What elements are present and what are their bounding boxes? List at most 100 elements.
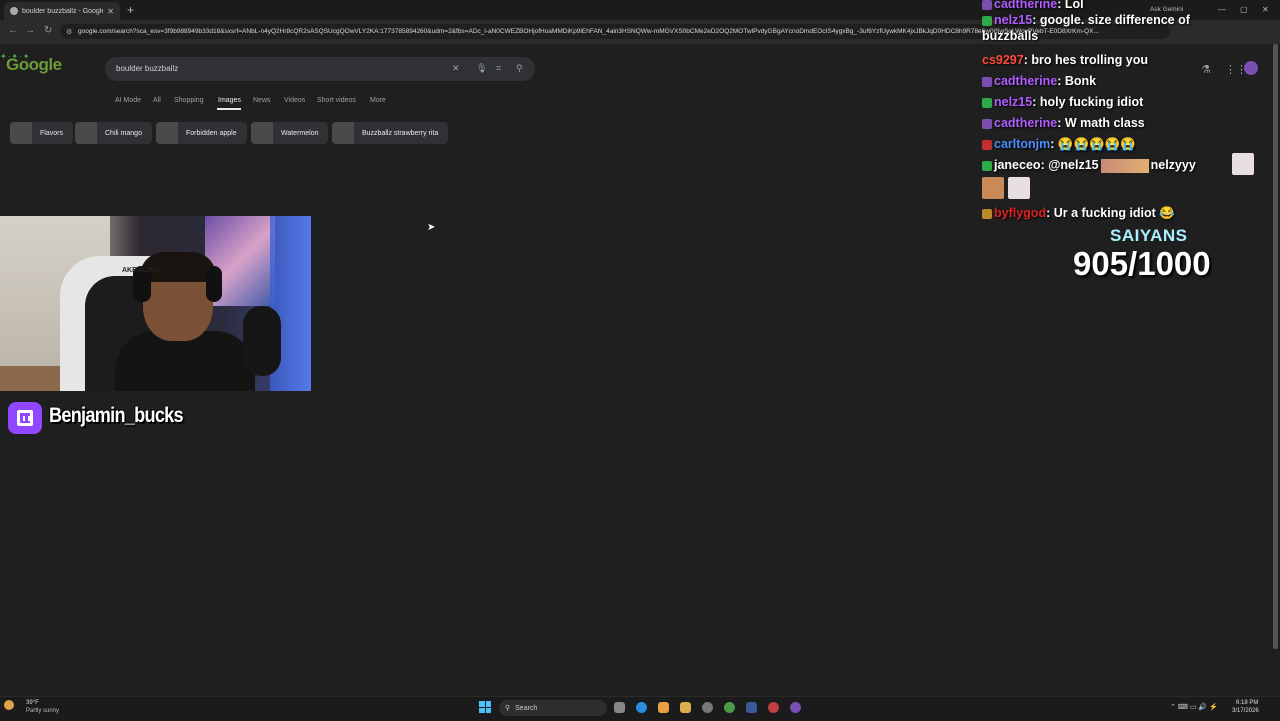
chat-username[interactable]: nelz15 (994, 95, 1032, 109)
google-favicon-icon (10, 7, 18, 15)
google-logo[interactable]: Google (6, 55, 62, 75)
new-tab-button[interactable]: + (127, 3, 134, 17)
chip-forbidden-apple[interactable]: Forbidden apple (156, 122, 247, 144)
chat-badge-icon (982, 160, 992, 171)
chair-brand-label: AKRACING (122, 267, 160, 274)
tab-images[interactable]: Images (218, 97, 241, 104)
folder-icon[interactable] (680, 702, 691, 713)
chat-message: nelz15: google. size difference of buzzb… (982, 13, 1190, 43)
clock-date: 3/17/2026 (1232, 708, 1259, 714)
search-icon[interactable]: ⚲ (516, 63, 523, 74)
chat-text: W math class (1064, 116, 1145, 130)
weather-icon[interactable] (4, 700, 14, 710)
chat-message: janeceo: @nelz15 nelzyyy (982, 155, 1242, 175)
chat-text: 😭😭😭😭😭 (1057, 137, 1136, 151)
chip-label: Watermelon (281, 129, 319, 137)
system-tray[interactable]: ⌃ ⌨ ▭ 🔊 ⚡ (1170, 703, 1218, 711)
chat-username[interactable]: cadtherine (994, 0, 1057, 11)
chip-thumbnail (251, 122, 273, 144)
tab-close-icon[interactable]: ✕ (107, 7, 114, 16)
tab-videos[interactable]: Videos (284, 97, 305, 104)
tab-shopping[interactable]: Shopping (174, 97, 204, 104)
tab-ai-mode[interactable]: AI Mode (115, 97, 141, 104)
chat-username[interactable]: carltonjm (994, 137, 1050, 151)
chip-chili-mango[interactable]: Chili mango (75, 122, 152, 144)
chip-thumbnail (10, 122, 32, 144)
chat-badge-icon (982, 0, 992, 10)
task-view-icon[interactable] (614, 702, 625, 713)
active-tab-indicator (217, 108, 241, 110)
goal-title: SAIYANS (1110, 226, 1188, 245)
chat-text: Bonk (1064, 74, 1097, 88)
chat-message: cs9297: bro hes trolling you (982, 53, 1149, 67)
chip-label: Chili mango (105, 129, 142, 137)
goal-counter: 905/1000 (1073, 245, 1211, 282)
taskbar-search-label: Search (515, 704, 538, 712)
weather-temp: 39°F (26, 700, 39, 706)
clear-icon[interactable]: ✕ (452, 63, 460, 74)
chat-text-extra: nelzyyy (1150, 158, 1196, 172)
chrome-icon[interactable] (724, 702, 735, 713)
chat-message: byflygod: Ur a fucking idiot 😂 (982, 203, 1242, 223)
chat-text: bro hes trolling you (1031, 53, 1149, 67)
chip-thumbnail (156, 122, 178, 144)
close-window-icon[interactable]: ✕ (1262, 5, 1269, 14)
site-info-icon[interactable]: ⚙ (66, 28, 72, 36)
chat-message: cadtherine: W math class (982, 113, 1242, 133)
reload-button[interactable]: ↻ (44, 25, 52, 36)
chat-username[interactable]: byflygod (994, 206, 1046, 220)
windows-start-icon[interactable] (479, 701, 491, 713)
emote-icon (1008, 177, 1030, 199)
edge-icon[interactable] (636, 702, 647, 713)
chip-watermelon[interactable]: Watermelon (251, 122, 329, 144)
url-text: google.com/search?sca_esv=3f9b988949b33d… (78, 28, 1099, 35)
microphone-icon[interactable]: 🎙 (476, 63, 487, 74)
headset-earcup (206, 266, 222, 302)
chip-thumbnail (332, 122, 354, 144)
forward-button[interactable]: → (25, 25, 35, 36)
chat-username[interactable]: cadtherine (994, 116, 1057, 130)
chip-buzzballz-strawberry-rita[interactable]: Buzzballz strawberry rita (332, 122, 449, 144)
chat-username[interactable]: nelz15 (994, 13, 1032, 27)
chat-badge-icon (982, 139, 992, 150)
chat-text: Ur a fucking idiot 😂 (1053, 206, 1175, 220)
chip-thumbnail (75, 122, 97, 144)
file-explorer-icon[interactable] (658, 702, 669, 713)
mouse-cursor-icon: ➤ (427, 222, 436, 233)
chat-badge-icon (982, 208, 992, 219)
app-icon[interactable] (768, 702, 779, 713)
back-button[interactable]: ← (8, 25, 18, 36)
microphone (243, 306, 281, 376)
lens-icon[interactable]: ⌗ (496, 63, 501, 74)
tab-all[interactable]: All (153, 97, 161, 104)
account-avatar[interactable] (1244, 61, 1258, 75)
tab-more[interactable]: More (370, 97, 386, 104)
clock-time: 6:18 PM (1236, 700, 1259, 706)
emote-icon (982, 177, 1004, 199)
page-scrollbar[interactable] (1273, 44, 1278, 649)
weather-description: Partly sunny (26, 708, 60, 714)
chat-username[interactable]: cs9297 (982, 53, 1024, 67)
chip-flavors[interactable]: Flavors (10, 122, 73, 144)
chat-badge-icon (982, 15, 992, 26)
settings-icon[interactable] (702, 702, 713, 713)
steam-icon[interactable] (746, 702, 757, 713)
chat-badge-icon (982, 97, 992, 108)
search-input[interactable]: boulder buzzballz (116, 64, 178, 73)
chat-username[interactable]: janeceo (994, 158, 1041, 172)
browser-tab[interactable]: boulder buzzballz - Google Se... ✕ (4, 2, 120, 20)
taskbar-search[interactable]: ⚲ Search (499, 700, 607, 716)
tab-short-videos[interactable]: Short videos (317, 97, 356, 104)
twitch-logo-icon (8, 402, 42, 434)
chat-text: @nelz15 (1048, 158, 1099, 172)
chat-message: nelz15: holy fucking idiot (982, 92, 1242, 112)
tab-title: boulder buzzballz - Google Se... (22, 7, 104, 15)
chip-label: Forbidden apple (186, 129, 237, 137)
chat-username[interactable]: cadtherine (994, 74, 1057, 88)
chat-badge-icon (982, 118, 992, 129)
emote-icon (1232, 153, 1254, 175)
chat-badge-icon (982, 76, 992, 87)
chip-label: Buzzballz strawberry rita (362, 129, 439, 137)
tab-news[interactable]: News (253, 97, 271, 104)
discord-icon[interactable] (790, 702, 801, 713)
